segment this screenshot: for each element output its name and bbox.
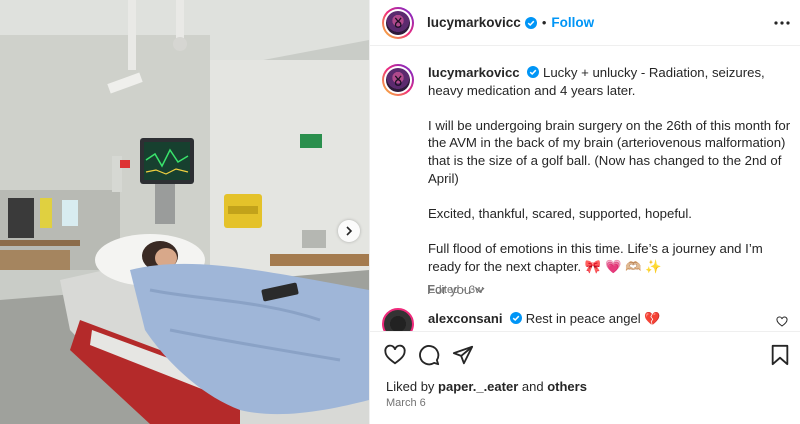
caption-paragraph-4: Full flood of emotions in this time. Lif… bbox=[428, 240, 763, 274]
caption-author-avatar[interactable] bbox=[382, 64, 414, 96]
commenter-username[interactable]: alexconsani bbox=[428, 311, 502, 326]
comment-message: Rest in peace angel 💔 bbox=[525, 311, 661, 326]
bookmark-icon[interactable] bbox=[769, 344, 791, 366]
author-avatar[interactable] bbox=[382, 6, 414, 39]
post-photo[interactable] bbox=[0, 0, 369, 424]
likes-summary: Liked by paper._.eater and others bbox=[386, 379, 587, 394]
post-panel: lucymarkovicc • Follow lucymarkovicc Luc… bbox=[369, 0, 800, 424]
verified-badge-icon bbox=[527, 66, 540, 78]
post-date[interactable]: March 6 bbox=[386, 397, 426, 409]
verified-badge-icon bbox=[510, 312, 523, 324]
author-username[interactable]: lucymarkovicc bbox=[427, 15, 521, 30]
separator-dot: • bbox=[541, 15, 547, 30]
likes-others[interactable]: others bbox=[547, 379, 587, 394]
for-you-label: For you bbox=[427, 282, 472, 297]
chevron-right-icon bbox=[346, 226, 353, 236]
hospital-bed-photo bbox=[0, 0, 369, 424]
comment-icon[interactable] bbox=[418, 344, 440, 366]
caption-paragraph-3: Excited, thankful, scared, supported, ho… bbox=[428, 205, 692, 221]
verified-badge-icon bbox=[524, 16, 537, 29]
carousel-next-button[interactable] bbox=[338, 220, 360, 242]
more-options-icon[interactable] bbox=[773, 14, 791, 32]
likes-and: and bbox=[521, 379, 544, 394]
share-icon[interactable] bbox=[452, 344, 474, 366]
for-you-toggle[interactable]: For you bbox=[427, 282, 485, 297]
caption-paragraph-2: I will be undergoing brain surgery on th… bbox=[428, 117, 791, 186]
chevron-down-icon bbox=[475, 287, 485, 293]
post-caption: lucymarkovicc Lucky + unlucky - Radiatio… bbox=[382, 64, 792, 300]
caption-text: lucymarkovicc Lucky + unlucky - Radiatio… bbox=[428, 64, 792, 300]
comment-like-icon[interactable] bbox=[776, 316, 788, 328]
likes-user[interactable]: paper._.eater bbox=[438, 379, 518, 394]
follow-button[interactable]: Follow bbox=[551, 15, 594, 30]
commenter-avatar[interactable] bbox=[382, 308, 414, 332]
comment-text: alexconsani Rest in peace angel 💔 bbox=[428, 311, 660, 327]
caption-username[interactable]: lucymarkovicc bbox=[428, 65, 520, 80]
post-header: lucymarkovicc • Follow bbox=[370, 0, 800, 46]
likes-prefix: Liked by bbox=[386, 379, 435, 394]
heart-icon[interactable] bbox=[384, 344, 406, 366]
action-bar bbox=[370, 331, 800, 377]
comment-row: alexconsani Rest in peace angel 💔 bbox=[382, 306, 792, 332]
